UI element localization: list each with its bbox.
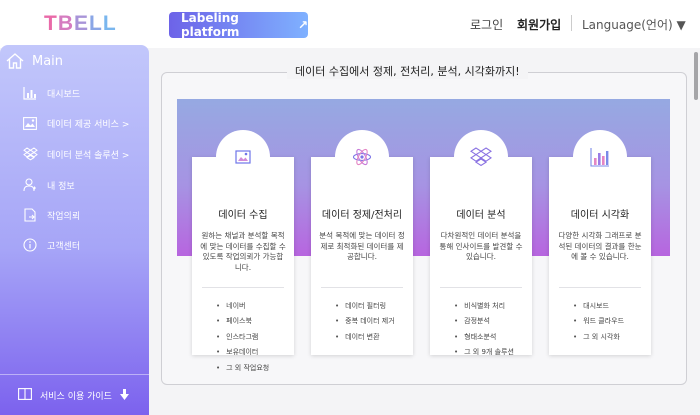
labeling-platform-label: Labeling platform (181, 11, 240, 39)
image-icon (235, 150, 251, 164)
bar-chart-icon (590, 148, 609, 167)
sidebar-divider (0, 374, 149, 375)
card-description: 분석 목적에 맞는 데이터 정제로 최적화된 데이터를 제공합니다. (319, 231, 405, 261)
card-description: 원하는 채널과 분석할 목적에 맞는 데이터를 수집할 수 있도록 작업의뢰가 … (200, 231, 286, 272)
card-description: 다양한 시각화 그래프로 분석된 데이터의 결과를 한눈에 볼 수 있습니다. (558, 231, 642, 261)
card-icon-circle (573, 130, 627, 184)
login-link[interactable]: 로그인 (470, 16, 503, 33)
sidebar-item-label: 데이터 분석 솔루션 > (47, 150, 130, 161)
logo-letter: T (44, 12, 58, 35)
dropbox-icon (22, 146, 38, 162)
card-divider (321, 287, 403, 288)
signup-link[interactable]: 회원가입 (517, 16, 561, 33)
document-icon (22, 207, 38, 223)
card-title: 데이터 정제/전처리 (321, 210, 403, 221)
sidebar: Main 대시보드 데이터 제공 서비스 > 데이터 분석 솔루션 > 내 정보… (0, 45, 149, 415)
card-body: 데이터 정제/전처리 분석 목적에 맞는 데이터 정제로 최적화된 데이터를 제… (311, 157, 413, 355)
sidebar-item-data-service[interactable]: 데이터 제공 서비스 > (22, 115, 129, 131)
card-icon-circle (216, 130, 270, 184)
list-item: 보유데이터 (216, 345, 269, 361)
service-guide-label: 서비스 이용 가이드 (40, 392, 112, 402)
atom-icon (352, 148, 372, 166)
logo[interactable]: TBELL (44, 12, 117, 36)
labeling-platform-button[interactable]: Labeling platform ↗ (169, 11, 308, 39)
sidebar-item-work-request[interactable]: 작업의뢰 (22, 207, 80, 223)
card-divider (559, 287, 641, 288)
list-item: 감정분석 (454, 314, 514, 330)
card-divider (202, 287, 284, 288)
list-item: 중복 데이터 제거 (335, 314, 395, 330)
sidebar-main-label: Main (32, 53, 64, 69)
list-item: 페이스북 (216, 314, 269, 330)
logo-letter: L (102, 12, 117, 35)
card-body: 데이터 시각화 다양한 시각화 그래프로 분석된 데이터의 결과를 한눈에 볼 … (549, 157, 651, 355)
list-item: 데이터 필터링 (335, 298, 395, 314)
top-header: TBELL Labeling platform ↗ 로그인 회원가입 Langu… (0, 0, 700, 48)
sidebar-item-label: 내 정보 (47, 181, 75, 192)
nav-divider (571, 15, 572, 31)
info-icon (22, 237, 38, 253)
card-list: 비식별화 처리 감정분석 형태소분석 그 외 9개 솔루션 (454, 298, 514, 360)
card-body: 데이터 수집 원하는 채널과 분석할 목적에 맞는 데이터를 수집할 수 있도록… (192, 157, 294, 372)
dropbox-icon (470, 147, 492, 167)
card-title: 데이터 시각화 (570, 210, 630, 221)
download-icon (119, 388, 129, 403)
book-icon (18, 388, 32, 403)
card-divider (440, 287, 522, 288)
panel-title: 데이터 수집에서 정제, 전처리, 분석, 시각화까지! (287, 63, 528, 79)
list-item: 네이버 (216, 298, 269, 314)
bar-chart-icon (22, 85, 38, 101)
page-scrollbar[interactable] (694, 52, 698, 100)
list-item: 인스타그램 (216, 329, 269, 345)
list-item: 그 외 작업요청 (216, 360, 269, 376)
sidebar-item-support[interactable]: 고객센터 (22, 237, 80, 253)
sidebar-item-label: 작업의뢰 (47, 211, 81, 222)
sidebar-item-analysis-solution[interactable]: 데이터 분석 솔루션 > (22, 146, 129, 162)
card-title: 데이터 분석 (456, 210, 506, 221)
external-link-icon: ↗ (297, 18, 308, 32)
home-icon (6, 53, 24, 69)
card-list: 대시보드 워드 클라우드 그 외 시각화 (573, 298, 624, 345)
card-description: 다차원적인 데이터 분석을 통해 인사이트를 발견할 수 있습니다. (439, 231, 523, 261)
sidebar-main[interactable]: Main (6, 53, 63, 69)
language-select[interactable]: Language(언어) ▼ (582, 16, 686, 33)
service-guide-button[interactable]: 서비스 이용 가이드 (18, 388, 129, 403)
card-icon-circle (454, 130, 508, 184)
list-item: 그 외 9개 솔루션 (454, 345, 514, 361)
logo-letter: B (57, 12, 74, 35)
logo-letter: L (89, 12, 103, 35)
card-body: 데이터 분석 다차원적인 데이터 분석을 통해 인사이트를 발견할 수 있습니다… (430, 157, 532, 356)
sidebar-item-my-info[interactable]: 내 정보 (22, 177, 75, 193)
list-item: 워드 클라우드 (573, 314, 624, 330)
sidebar-item-label: 고객센터 (47, 241, 81, 252)
list-item: 그 외 시각화 (573, 329, 624, 345)
card-list: 네이버 페이스북 인스타그램 보유데이터 그 외 작업요청 (216, 298, 269, 376)
logo-letter: E (74, 12, 90, 35)
sidebar-item-label: 데이터 제공 서비스 > (47, 119, 130, 130)
card-list: 데이터 필터링 중복 데이터 제거 데이터 변환 (335, 298, 395, 345)
list-item: 대시보드 (573, 298, 624, 314)
list-item: 비식별화 처리 (454, 298, 514, 314)
card-title: 데이터 수집 (218, 210, 268, 221)
image-icon (22, 115, 38, 131)
user-icon (22, 177, 38, 193)
card-icon-circle (335, 130, 389, 184)
sidebar-item-dashboard[interactable]: 대시보드 (22, 85, 80, 101)
list-item: 데이터 변환 (335, 329, 395, 345)
list-item: 형태소분석 (454, 329, 514, 345)
sidebar-item-label: 대시보드 (47, 89, 81, 100)
